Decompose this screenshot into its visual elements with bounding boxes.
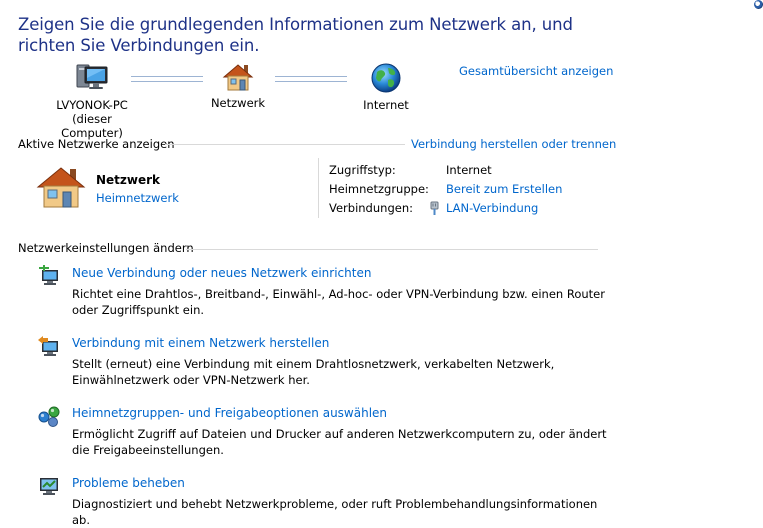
connect-network-desc: Stellt (erneut) eine Verbindung mit eine…	[72, 357, 555, 387]
connect-network-icon	[38, 336, 58, 356]
access-type-label: Zugriffstyp:	[329, 163, 396, 177]
computer-subtitle: (dieser Computer)	[61, 112, 123, 140]
connections-label: Verbindungen:	[329, 201, 413, 215]
page-title: Zeigen Sie die grundlegenden Information…	[18, 15, 573, 55]
ethernet-plug-icon	[430, 201, 439, 215]
homegroup-options-link[interactable]: Heimnetzgruppen- und Freigabeoptionen au…	[72, 406, 387, 420]
computer-name: LVYONOK-PC	[56, 98, 128, 112]
network-type-link[interactable]: Heimnetzwerk	[96, 191, 179, 205]
map-connector	[275, 76, 347, 82]
lan-connection-link[interactable]: LAN-Verbindung	[446, 199, 538, 218]
homegroup-sharing-icon	[38, 406, 60, 427]
vertical-divider	[318, 158, 319, 218]
troubleshoot-link[interactable]: Probleme beheben	[72, 476, 185, 490]
help-icon[interactable]	[754, 0, 763, 9]
internet-label: Internet	[363, 98, 409, 112]
network-label: Netzwerk	[210, 96, 266, 110]
homegroup-label: Heimnetzgruppe:	[329, 182, 429, 196]
map-internet-node[interactable]: Internet	[348, 62, 424, 112]
connect-disconnect-link[interactable]: Verbindung herstellen oder trennen	[411, 137, 616, 151]
troubleshoot-icon	[40, 478, 58, 495]
map-connector	[131, 76, 203, 82]
connect-network-link[interactable]: Verbindung mit einem Netzwerk herstellen	[72, 336, 329, 350]
access-type-value: Internet	[446, 163, 492, 177]
map-network-node[interactable]: Netzwerk	[200, 62, 276, 110]
change-settings-title: Netzwerkeinstellungen ändern	[18, 241, 194, 255]
section-divider	[165, 144, 405, 145]
active-network-name: Netzwerk	[96, 173, 161, 187]
computer-icon	[76, 64, 108, 89]
setup-connection-link[interactable]: Neue Verbindung oder neues Netzwerk einr…	[72, 266, 371, 280]
house-icon	[222, 64, 254, 91]
setup-connection-desc: Richtet eine Drahtlos-, Breitband-, Einw…	[72, 287, 605, 317]
new-connection-icon	[39, 265, 58, 285]
troubleshoot-desc: Diagnostiziert und behebt Netzwerkproble…	[72, 497, 598, 527]
house-icon	[36, 167, 86, 208]
active-networks-title: Aktive Netzwerke anzeigen	[18, 137, 175, 151]
homegroup-options-desc: Ermöglicht Zugriff auf Dateien und Druck…	[72, 427, 607, 457]
full-map-link[interactable]: Gesamtübersicht anzeigen	[459, 64, 613, 78]
map-computer-node[interactable]: LVYONOK-PC (dieser Computer)	[42, 62, 142, 140]
globe-icon	[371, 63, 401, 93]
homegroup-link[interactable]: Bereit zum Erstellen	[446, 180, 562, 199]
section-divider	[186, 249, 598, 250]
